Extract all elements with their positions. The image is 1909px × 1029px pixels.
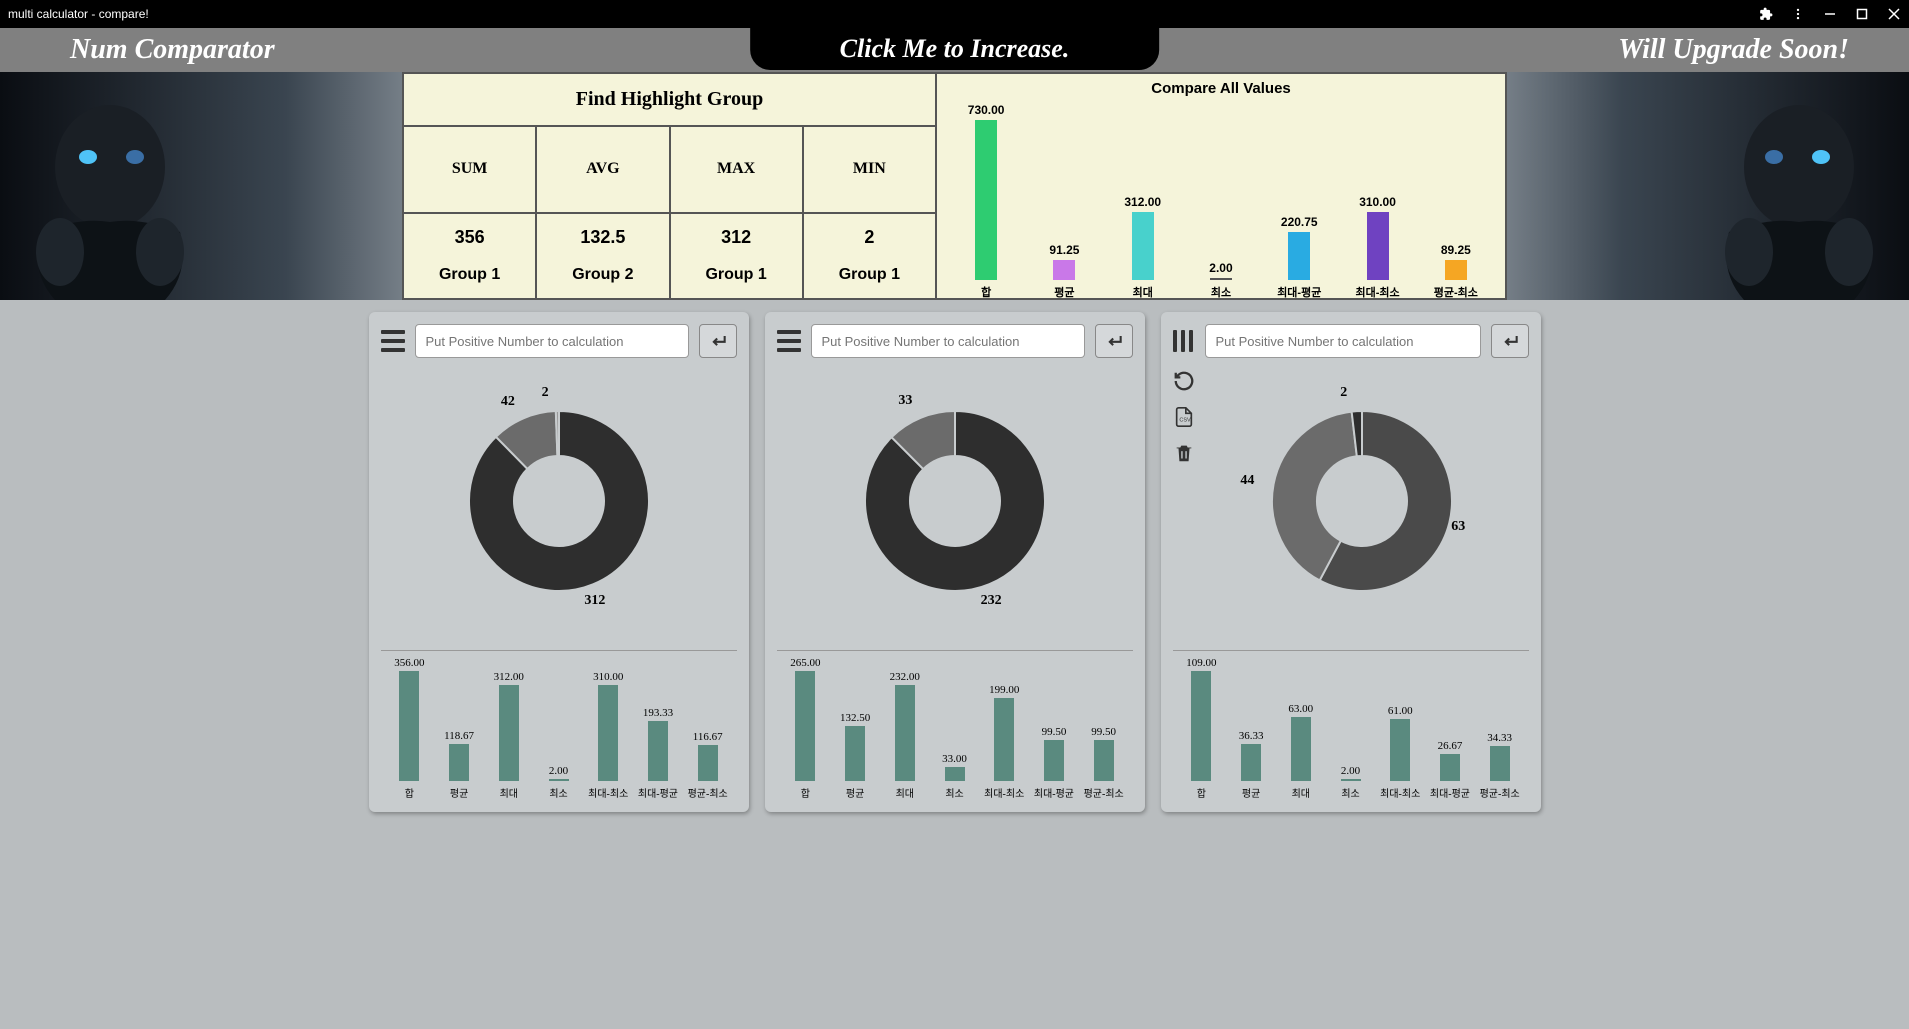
click-increase-button[interactable]: Click Me to Increase. [750, 28, 1160, 70]
compare-bar: 89.25 평균-최소 [1417, 103, 1495, 300]
header-max: MAX [671, 127, 804, 212]
bar-chart-2: 265.00 합132.50 평균232.00 최대33.00 최소199.00… [777, 650, 1133, 800]
compare-bar: 2.00 최소 [1182, 103, 1260, 300]
column-menu-icon[interactable] [1173, 330, 1195, 352]
donut-chart-1: 312422 [439, 381, 679, 621]
compare-bar: 91.25 평균 [1025, 103, 1103, 300]
upgrade-text: Will Upgrade Soon! [1618, 34, 1849, 66]
stat-bar: 2.00 최소 [534, 651, 584, 800]
header-min: MIN [804, 127, 935, 212]
stat-bar: 26.67 최대-평균 [1425, 651, 1475, 800]
stat-bar: 116.67 평균-최소 [683, 651, 733, 800]
csv-export-icon[interactable]: CSV [1173, 406, 1195, 428]
header-avg: AVG [537, 127, 670, 212]
cell-avg: 132.5Group 2 [537, 214, 670, 299]
hero-section: Find Highlight Group SUM AVG MAX MIN 356… [0, 72, 1909, 300]
minimize-icon[interactable] [1823, 7, 1837, 21]
cell-max: 312Group 1 [671, 214, 804, 299]
compare-bar: 220.75 최대-평균 [1260, 103, 1338, 300]
stat-bar: 99.50 평균-최소 [1079, 651, 1129, 800]
highlight-table: Find Highlight Group SUM AVG MAX MIN 356… [402, 72, 937, 300]
group-card-2: 23233 265.00 합132.50 평균232.00 최대33.00 최소… [765, 312, 1145, 812]
enter-button-2[interactable] [1095, 324, 1133, 358]
stat-bar: 312.00 최대 [484, 651, 534, 800]
compare-bar: 310.00 최대-최소 [1338, 103, 1416, 300]
compare-chart: 730.00 합91.25 평균312.00 최대2.00 최소220.75 최… [937, 103, 1505, 300]
donut-chart-3: 63442 [1242, 381, 1482, 621]
stat-bar: 61.00 최대-최소 [1375, 651, 1425, 800]
refresh-icon[interactable] [1173, 370, 1195, 392]
stat-bar: 36.33 평균 [1226, 651, 1276, 800]
compare-bar: 312.00 최대 [1104, 103, 1182, 300]
stat-bar: 118.67 평균 [434, 651, 484, 800]
extension-icon[interactable] [1759, 7, 1773, 21]
menu-icon[interactable] [381, 330, 405, 352]
stat-bar: 193.33 최대-평균 [633, 651, 683, 800]
header-sum: SUM [404, 127, 537, 212]
stat-bar: 310.00 최대-최소 [583, 651, 633, 800]
compare-bar: 730.00 합 [947, 103, 1025, 300]
more-icon[interactable] [1791, 7, 1805, 21]
stat-bar: 356.00 합 [385, 651, 435, 800]
close-icon[interactable] [1887, 7, 1901, 21]
enter-button-1[interactable] [699, 324, 737, 358]
main-area: 312422 356.00 합118.67 평균312.00 최대2.00 최소… [0, 300, 1909, 1029]
stat-bar: 199.00 최대-최소 [979, 651, 1029, 800]
stat-bar: 232.00 최대 [880, 651, 930, 800]
stat-bar: 2.00 최소 [1326, 651, 1376, 800]
app-title: Num Comparator [0, 34, 275, 66]
menu-icon[interactable] [777, 330, 801, 352]
window-titlebar: multi calculator - compare! [0, 0, 1909, 28]
stat-bar: 34.33 평균-최소 [1475, 651, 1525, 800]
number-input-1[interactable] [415, 324, 689, 358]
bar-chart-3: 109.00 합36.33 평균63.00 최대2.00 최소61.00 최대-… [1173, 650, 1529, 800]
stat-bar: 99.50 최대-평균 [1029, 651, 1079, 800]
robot-left-image [0, 72, 220, 300]
number-input-3[interactable] [1205, 324, 1481, 358]
maximize-icon[interactable] [1855, 7, 1869, 21]
group-card-1: 312422 356.00 합118.67 평균312.00 최대2.00 최소… [369, 312, 749, 812]
compare-title: Compare All Values [937, 74, 1505, 103]
window-title: multi calculator - compare! [8, 7, 149, 21]
robot-right-image [1689, 72, 1909, 300]
cell-min: 2Group 1 [804, 214, 935, 299]
stat-bar: 33.00 최소 [930, 651, 980, 800]
highlight-title: Find Highlight Group [404, 74, 935, 127]
stat-bar: 109.00 합 [1177, 651, 1227, 800]
compare-chart-box: Compare All Values 730.00 합91.25 평균312.0… [937, 72, 1507, 300]
stat-bar: 132.50 평균 [830, 651, 880, 800]
donut-chart-2: 23233 [835, 381, 1075, 621]
number-input-2[interactable] [811, 324, 1085, 358]
cell-sum: 356Group 1 [404, 214, 537, 299]
stat-bar: 63.00 최대 [1276, 651, 1326, 800]
svg-text:CSV: CSV [1179, 418, 1191, 424]
stat-bar: 265.00 합 [781, 651, 831, 800]
trash-icon[interactable] [1173, 442, 1195, 464]
enter-button-3[interactable] [1491, 324, 1529, 358]
topbar: Num Comparator Click Me to Increase. Wil… [0, 28, 1909, 72]
bar-chart-1: 356.00 합118.67 평균312.00 최대2.00 최소310.00 … [381, 650, 737, 800]
group-card-3: CSV 63442 109.00 합36.33 평균63.00 최대2.00 최… [1161, 312, 1541, 812]
